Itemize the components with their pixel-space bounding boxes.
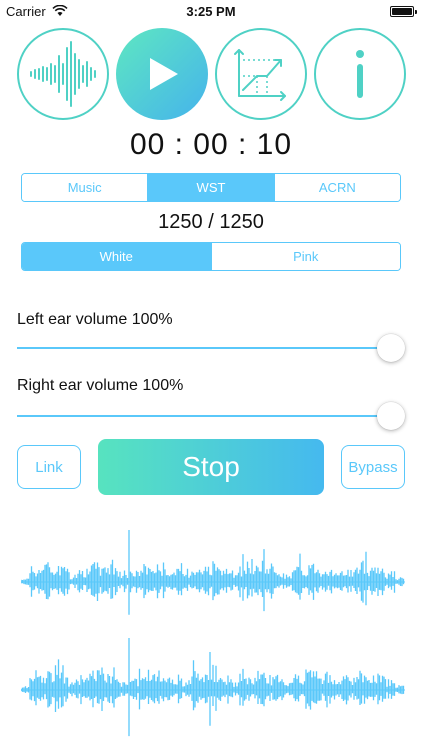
mode-segmented-control: Music WST ACRN [21,173,401,202]
app-screen: Carrier 3:25 PM 00: 00: 10 Music WST A… [0,0,422,750]
right-channel-waveform [21,638,405,737]
stop-button[interactable]: Stop [98,439,324,495]
count-display: 1250 / 1250 [158,211,264,233]
tab-music[interactable]: Music [22,174,148,201]
tab-acrn[interactable]: ACRN [273,174,400,201]
left-ear-volume-slider[interactable] [17,334,405,362]
noise-segmented-control: White Pink [21,242,401,271]
right-ear-volume-slider[interactable] [17,402,405,430]
waveform-button[interactable] [17,28,109,120]
info-icon [356,50,364,98]
right-ear-volume-label: Right ear volume 100% [17,377,184,394]
status-time: 3:25 PM [186,4,236,19]
left-slider-track [17,347,391,349]
play-button[interactable] [116,28,208,120]
play-icon [150,58,178,90]
left-ear-volume-label: Left ear volume 100% [17,311,173,328]
left-slider-thumb[interactable] [377,334,405,362]
tab-pink[interactable]: Pink [210,243,400,270]
left-channel-waveform [21,530,405,615]
right-slider-thumb[interactable] [377,402,405,430]
timer-display: 00 : 00 : 10 [129,128,293,161]
right-slider-track [17,415,391,417]
chart-button[interactable] [215,28,307,120]
waveform-icon [30,41,96,107]
tab-white[interactable]: White [22,243,211,270]
tab-wst[interactable]: WST [147,174,274,201]
line-chart-icon [234,49,286,101]
link-button[interactable]: Link [17,445,81,489]
bypass-button[interactable]: Bypass [341,445,405,489]
battery-icon [390,6,417,17]
status-bar: Carrier 3:25 PM [0,0,422,22]
info-button[interactable] [314,28,406,120]
